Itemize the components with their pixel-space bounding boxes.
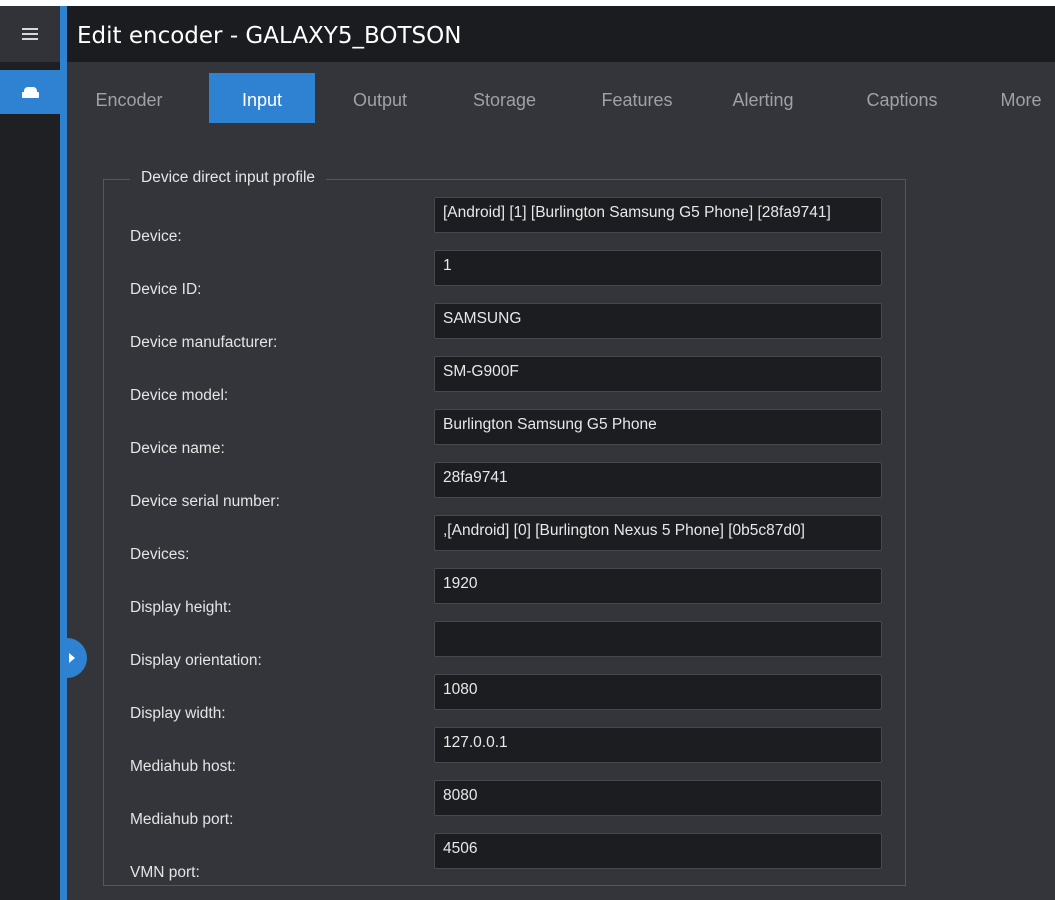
tab-encoder[interactable]: Encoder xyxy=(89,73,169,123)
devices-field[interactable]: ,[Android] [0] [Burlington Nexus 5 Phone… xyxy=(434,515,882,551)
display-orientation-field[interactable] xyxy=(434,621,882,657)
mediahub-host-label: Mediahub host: xyxy=(130,758,236,775)
sidebar-item-encoders[interactable] xyxy=(0,70,60,114)
display-orientation-label: Display orientation: xyxy=(130,652,262,669)
sidebar-accent-rail xyxy=(60,6,67,900)
display-height-field[interactable]: 1920 xyxy=(434,568,882,604)
tab-more[interactable]: More xyxy=(991,73,1051,123)
vmn-port-label: VMN port: xyxy=(130,864,200,881)
tab-captions[interactable]: Captions xyxy=(847,73,957,123)
device-id-field[interactable]: 1 xyxy=(434,250,882,286)
fieldset-legend: Device direct input profile xyxy=(130,169,327,187)
page-title: Edit encoder - GALAXY5_BOTSON xyxy=(77,23,462,49)
devices-label: Devices: xyxy=(130,546,190,563)
mediahub-port-field[interactable]: 8080 xyxy=(434,780,882,816)
device-manufacturer-label: Device manufacturer: xyxy=(130,334,278,351)
display-height-label: Display height: xyxy=(130,599,232,616)
device-id-label: Device ID: xyxy=(130,281,202,298)
mediahub-port-label: Mediahub port: xyxy=(130,811,234,828)
tab-output[interactable]: Output xyxy=(335,73,425,123)
device-name-field[interactable]: Burlington Samsung G5 Phone xyxy=(434,409,882,445)
tab-alerting[interactable]: Alerting xyxy=(713,73,813,123)
expand-panel-button[interactable] xyxy=(60,638,87,678)
device-label: Device: xyxy=(130,228,182,245)
mediahub-host-field[interactable]: 127.0.0.1 xyxy=(434,727,882,763)
chevron-right-icon xyxy=(68,653,75,663)
device-manufacturer-field[interactable]: SAMSUNG xyxy=(434,303,882,339)
device-model-label: Device model: xyxy=(130,387,229,404)
tab-features[interactable]: Features xyxy=(587,73,687,123)
device-serial-number-field[interactable]: 28fa9741 xyxy=(434,462,882,498)
device-field[interactable]: [Android] [1] [Burlington Samsung G5 Pho… xyxy=(434,197,882,233)
tab-bar: Encoder Input Output Storage Features Al… xyxy=(67,73,1055,123)
tab-storage[interactable]: Storage xyxy=(457,73,552,123)
left-sidebar xyxy=(0,6,60,900)
drive-icon xyxy=(21,86,39,98)
device-model-field[interactable]: SM-G900F xyxy=(434,356,882,392)
device-name-label: Device name: xyxy=(130,440,225,457)
title-bar: Edit encoder - GALAXY5_BOTSON xyxy=(67,6,1055,62)
display-width-label: Display width: xyxy=(130,705,226,722)
device-serial-number-label: Device serial number: xyxy=(130,493,280,510)
tab-input[interactable]: Input xyxy=(209,73,315,123)
hamburger-menu-icon[interactable] xyxy=(0,6,60,62)
encoder-editor-window: Edit encoder - GALAXY5_BOTSON Encoder In… xyxy=(0,6,1055,900)
display-width-field[interactable]: 1080 xyxy=(434,674,882,710)
vmn-port-field[interactable]: 4506 xyxy=(434,833,882,869)
